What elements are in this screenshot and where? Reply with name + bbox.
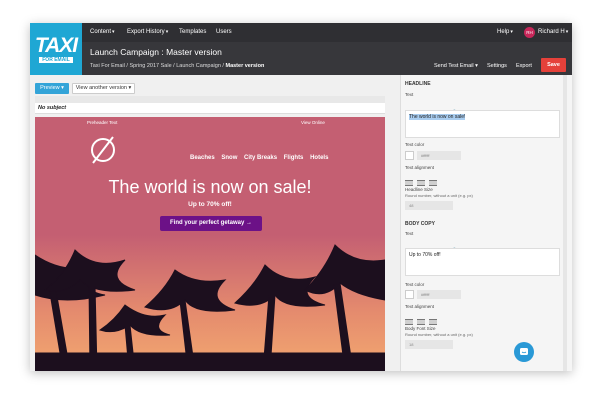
headline-size-label: Headline Size (405, 187, 433, 192)
text-label: Text (405, 92, 414, 97)
body-alignment-buttons (405, 312, 441, 325)
body-font-size-label: Body Font Size (405, 326, 436, 331)
save-button[interactable]: Save (541, 58, 566, 72)
chat-button[interactable] (514, 342, 534, 362)
breadcrumb-item[interactable]: Spring 2017 Sale (129, 63, 171, 69)
email-subhead[interactable]: Up to 70% off! (35, 201, 385, 208)
text-color-label: Text color (405, 142, 425, 147)
body-text-label: Text (405, 231, 414, 236)
menu-link[interactable]: Hotels (310, 155, 328, 161)
email-menu: Beaches Snow City Breaks Flights Hotels (190, 155, 333, 161)
user-menu[interactable]: Richard H▾ (538, 29, 568, 35)
menu-link[interactable]: City Breaks (244, 155, 277, 161)
email-headline[interactable]: The world is now on sale! (35, 177, 385, 198)
view-online-link[interactable]: View Online (301, 120, 325, 125)
menu-link[interactable]: Beaches (190, 155, 215, 161)
align-right-icon[interactable] (429, 319, 437, 325)
align-center-icon[interactable] (417, 180, 425, 186)
cta-button[interactable]: Find your perfect getaway → (160, 216, 262, 231)
nav-templates[interactable]: Templates (179, 29, 206, 35)
nav-export-history[interactable]: Export History▾ (127, 29, 168, 35)
align-center-icon[interactable] (417, 319, 425, 325)
color-input[interactable]: #ffffff (417, 151, 461, 160)
version-dropdown[interactable]: View another version ▾ (72, 83, 135, 94)
panel-scrollbar[interactable] (563, 75, 567, 371)
chat-icon (520, 348, 528, 355)
body-text-color-label: Text color (405, 282, 425, 287)
body-rte-toolbar: Aa B I 🔗 (405, 239, 479, 254)
page-title: Launch Campaign : Master version (90, 47, 222, 57)
preview-dropdown[interactable]: Preview ▾ (35, 83, 69, 94)
menu-link[interactable]: Snow (221, 155, 237, 161)
color-input[interactable]: #ffffff (417, 290, 461, 299)
breadcrumb-item[interactable]: Taxi For Email (90, 63, 125, 69)
preview-icon-strip (35, 96, 385, 109)
properties-panel: HEADLINE Text Aa B I 🔗 The world is now … (400, 75, 572, 371)
breadcrumb: Taxi For Email / Spring 2017 Sale / Laun… (90, 63, 265, 69)
taxi-logo[interactable]: TAXI FOR EMAIL (30, 23, 82, 75)
breadcrumb-current: Master version (225, 63, 265, 69)
page-header: Launch Campaign : Master version Taxi Fo… (30, 42, 572, 75)
align-left-icon[interactable] (405, 319, 413, 325)
export-button[interactable]: Export (516, 63, 532, 69)
body-font-size-input[interactable]: 18 (405, 340, 453, 349)
text-alignment-label: Text alignment (405, 165, 435, 170)
body-copy-section-title: BODY COPY (405, 221, 435, 227)
nav-users[interactable]: Users (216, 29, 232, 35)
headline-size-hint: Round number, without a unit (e.g. px) (405, 193, 473, 198)
color-swatch[interactable] (405, 151, 414, 160)
preheader-text: Preheader Text (87, 120, 118, 125)
headline-text-editor[interactable]: The world is now on sale! (405, 110, 560, 138)
headline-section-title: HEADLINE (405, 81, 431, 87)
alignment-buttons (405, 173, 441, 186)
preview-pane: Preview ▾ View another version ▾ No subj… (30, 75, 392, 371)
email-preview: Preheader Text View Online Beaches Snow … (35, 117, 385, 371)
breadcrumb-item[interactable]: Launch Campaign (176, 63, 221, 69)
rte-toolbar: Aa B I 🔗 (405, 101, 479, 116)
align-right-icon[interactable] (429, 180, 437, 186)
body-text-editor[interactable]: Up to 70% off! (405, 248, 560, 276)
palm-trees-image (35, 235, 385, 371)
app-window: Content▾ Export History▾ Templates Users… (30, 23, 572, 371)
nav-content[interactable]: Content▾ (90, 29, 115, 35)
avatar[interactable]: RH (524, 27, 535, 38)
headline-size-input[interactable]: 48 (405, 201, 453, 210)
body-font-size-hint: Round number, without a unit (e.g. px) (405, 332, 473, 337)
menu-link[interactable]: Flights (284, 155, 304, 161)
color-swatch[interactable] (405, 290, 414, 299)
nav-help[interactable]: Help▾ (497, 29, 513, 35)
align-left-icon[interactable] (405, 180, 413, 186)
send-test-email-button[interactable]: Send Test Email ▾ (434, 63, 478, 69)
top-nav: Content▾ Export History▾ Templates Users… (30, 23, 572, 42)
brand-mark-icon (91, 136, 115, 164)
body-text-alignment-label: Text alignment (405, 304, 435, 309)
settings-button[interactable]: Settings (487, 63, 507, 69)
email-subject: No subject (35, 103, 385, 114)
